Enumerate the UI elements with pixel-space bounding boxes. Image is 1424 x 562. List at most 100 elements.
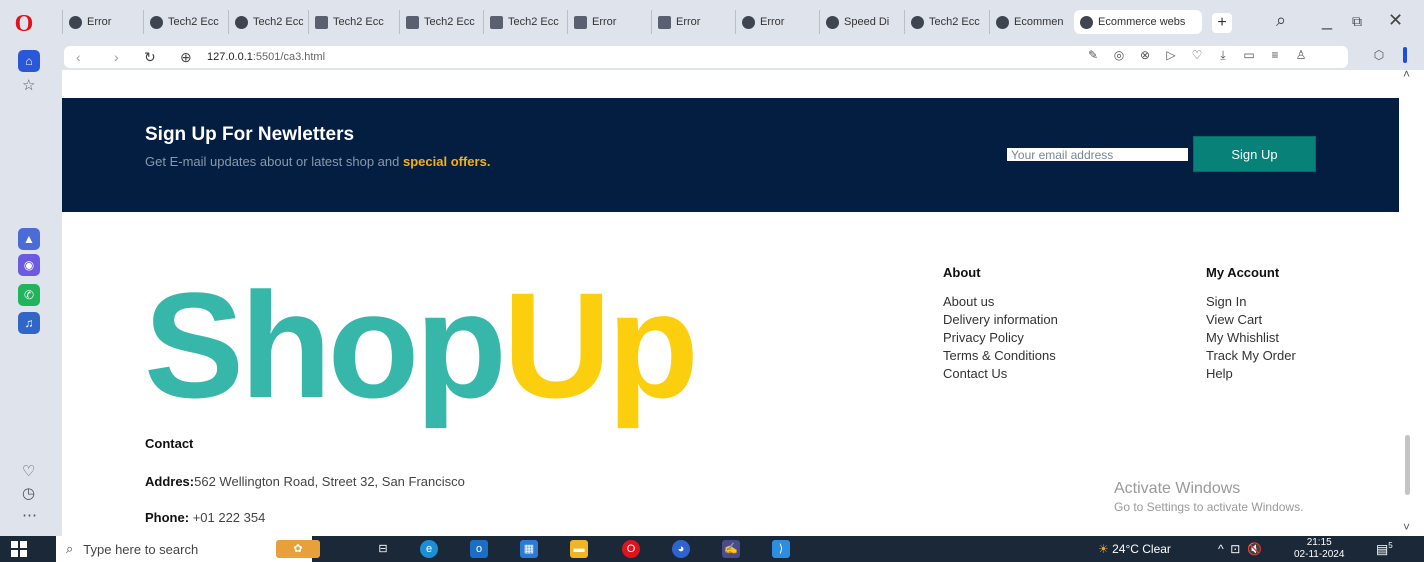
aria-icon[interactable]: ▲: [18, 228, 40, 250]
history-clock-icon[interactable]: ◷: [22, 484, 35, 502]
file-explorer-icon[interactable]: ▬: [570, 540, 588, 558]
about-link[interactable]: Contact Us: [943, 365, 1058, 383]
favorites-heart-icon[interactable]: ♡: [22, 462, 35, 480]
account-link[interactable]: Help: [1206, 365, 1296, 383]
profile-icon[interactable]: ♙: [1294, 48, 1308, 62]
opera-taskbar-icon[interactable]: O: [622, 540, 640, 558]
sign-up-button[interactable]: Sign Up: [1193, 136, 1316, 172]
shield-icon[interactable]: ⊗: [1138, 48, 1152, 62]
browser-tab[interactable]: Speed Di: [819, 10, 899, 34]
extensions-icon[interactable]: ⬡: [1372, 48, 1386, 62]
close-window-icon[interactable]: ✕: [1388, 10, 1403, 31]
notepad-icon[interactable]: ✍: [722, 540, 740, 558]
account-link[interactable]: My Whishlist: [1206, 329, 1296, 347]
about-link[interactable]: Terms & Conditions: [943, 347, 1058, 365]
about-link[interactable]: Delivery information: [943, 311, 1058, 329]
tab-search-icon[interactable]: ⌕: [1276, 10, 1286, 31]
newsletter-section: Sign Up For Newletters Get E-mail update…: [62, 98, 1399, 212]
snap-icon[interactable]: ⧉: [1352, 13, 1362, 30]
minimize-icon[interactable]: _: [1322, 10, 1332, 31]
special-offers-highlight: special offers.: [403, 154, 491, 169]
scroll-down-icon[interactable]: ˅: [1403, 520, 1410, 534]
about-heading: About: [943, 265, 981, 280]
store-icon[interactable]: ▦: [520, 540, 538, 558]
account-link[interactable]: Sign In: [1206, 293, 1296, 311]
search-highlight-icon[interactable]: ✿: [276, 540, 320, 558]
edit-icon[interactable]: ✎: [1086, 48, 1100, 62]
page-scrollbar[interactable]: ˄ ˅: [1399, 67, 1424, 536]
outlook-icon[interactable]: o: [470, 540, 488, 558]
browser-tab[interactable]: Tech2 Ecc: [904, 10, 984, 34]
windows-taskbar: ⌕ Type here to search ✿ ⊟ e o ▦ ▬ O ◕ ✍ …: [0, 536, 1424, 562]
browser-tab[interactable]: Error: [567, 10, 647, 34]
browser-tab[interactable]: Tech2 Ecc: [308, 10, 394, 34]
windows-start-icon[interactable]: [11, 541, 27, 557]
globe-icon: [996, 15, 1009, 29]
system-tray[interactable]: ^ ⊡ 🔇: [1218, 542, 1262, 556]
chrome-icon[interactable]: ◕: [672, 540, 690, 558]
new-tab-button[interactable]: +: [1212, 13, 1232, 33]
tab-label: Error: [592, 16, 617, 28]
battery-icon[interactable]: ▭: [1242, 48, 1256, 62]
taskbar-search-box[interactable]: ⌕ Type here to search: [56, 536, 312, 562]
clock[interactable]: 21:15 02-11-2024: [1294, 537, 1344, 561]
browser-tab[interactable]: Tech2 Ecc: [483, 10, 563, 34]
browser-tab[interactable]: Error: [735, 10, 815, 34]
weather-icon: ☀: [1098, 542, 1109, 556]
globe-icon: [911, 15, 924, 29]
about-link[interactable]: About us: [943, 293, 1058, 311]
task-view-icon[interactable]: ⊟: [374, 540, 392, 558]
browser-tab[interactable]: Error: [62, 10, 132, 34]
edge-icon[interactable]: e: [420, 540, 438, 558]
globe-icon: [69, 15, 82, 29]
doc-icon: [406, 15, 419, 29]
tab-label: Error: [87, 16, 112, 28]
opera-logo-icon[interactable]: O: [12, 12, 36, 36]
browser-tab[interactable]: Tech2 Ecc: [399, 10, 479, 34]
back-icon[interactable]: ‹: [76, 46, 81, 68]
download-icon[interactable]: ⤓: [1216, 48, 1230, 62]
send-icon[interactable]: ▷: [1164, 48, 1178, 62]
tab-label: Error: [676, 16, 701, 28]
reload-icon[interactable]: ↻: [144, 46, 156, 68]
doc-icon: [490, 15, 503, 29]
vscode-icon[interactable]: ⟩: [772, 540, 790, 558]
weather-widget[interactable]: ☀ 24°C Clear: [1098, 542, 1171, 556]
whatsapp-icon[interactable]: ✆: [18, 284, 40, 306]
scroll-up-icon[interactable]: ˄: [1403, 67, 1410, 81]
scroll-thumb[interactable]: [1405, 435, 1410, 495]
heart-icon[interactable]: ♡: [1190, 48, 1204, 62]
grid-icon: [826, 15, 839, 29]
url-text[interactable]: 127.0.0.1:5501/ca3.html: [207, 48, 325, 66]
account-link[interactable]: Track My Order: [1206, 347, 1296, 365]
globe-icon: [235, 15, 248, 29]
browser-tab[interactable]: Ecommerce webs: [1074, 10, 1202, 34]
browser-tab-bar: O Error Tech2 Ecc Tech2 Ecc Tech2 Ecc Tech2 …: [0, 0, 1424, 44]
bookmarks-star-icon[interactable]: ☆: [22, 76, 35, 94]
newsletter-email-input[interactable]: [1007, 148, 1188, 161]
music-player-icon[interactable]: ♫: [18, 312, 40, 334]
home-icon[interactable]: ⌂: [18, 50, 40, 72]
more-menu-icon[interactable]: ⋯: [22, 506, 37, 524]
browser-tab[interactable]: Tech2 Ecc: [143, 10, 223, 34]
my-account-heading: My Account: [1206, 265, 1280, 280]
doc-icon: [574, 15, 587, 29]
globe-icon: [1080, 15, 1093, 29]
account-link[interactable]: View Cart: [1206, 311, 1296, 329]
contact-address: Addres:562 Wellington Road, Street 32, S…: [145, 474, 465, 489]
forward-icon[interactable]: ›: [114, 46, 119, 68]
browser-tab[interactable]: Error: [651, 10, 731, 34]
notification-icon[interactable]: ▤5: [1376, 541, 1393, 557]
site-info-icon[interactable]: ⊕: [180, 46, 192, 68]
messenger-icon[interactable]: ◉: [18, 254, 40, 276]
notification-count: 5: [1388, 541, 1393, 550]
about-link[interactable]: Privacy Policy: [943, 329, 1058, 347]
globe-icon: [150, 15, 163, 29]
easy-setup-icon[interactable]: ≡: [1268, 48, 1282, 62]
sidebar-toggle-icon[interactable]: [1403, 47, 1407, 63]
browser-tab[interactable]: Ecommen: [989, 10, 1069, 34]
camera-icon[interactable]: ◎: [1112, 48, 1126, 62]
browser-tab[interactable]: Tech2 Ecc: [228, 10, 303, 34]
taskbar-search-placeholder: Type here to search: [83, 541, 199, 557]
footer-account-column: My Account Sign In View Cart My Whishlist T…: [1206, 265, 1296, 383]
